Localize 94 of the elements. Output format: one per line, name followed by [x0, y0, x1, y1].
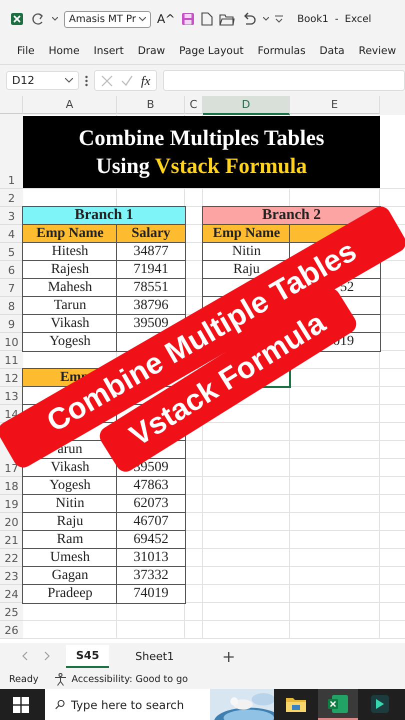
- header-cell: Emp Name: [203, 225, 290, 243]
- row-header[interactable]: 20: [0, 513, 23, 531]
- ribbon-tab[interactable]: Data: [320, 45, 345, 57]
- table-cell: Tarun: [23, 297, 117, 315]
- folder-icon[interactable]: [219, 12, 236, 26]
- save-icon[interactable]: [181, 12, 196, 26]
- sheet-tab[interactable]: Sheet1: [125, 646, 184, 666]
- caret-icon[interactable]: [52, 17, 58, 21]
- table-cell: Mahesh: [23, 279, 117, 297]
- new-file-icon[interactable]: [201, 12, 214, 26]
- row-header[interactable]: 6: [0, 261, 23, 279]
- chevron-down-icon[interactable]: [138, 16, 146, 22]
- previous-sheet-icon[interactable]: [22, 651, 28, 661]
- add-sheet-button[interactable]: +: [222, 646, 236, 666]
- row-header[interactable]: 8: [0, 297, 23, 315]
- row-header[interactable]: 4: [0, 225, 23, 243]
- excel-logo-icon: [10, 12, 24, 26]
- row-header[interactable]: 3: [0, 207, 23, 225]
- check-icon[interactable]: [121, 74, 133, 86]
- table-title-cell: Branch 1: [23, 207, 185, 225]
- table-cell: Pradeep: [23, 585, 117, 603]
- ribbon-tab[interactable]: Draw: [138, 45, 166, 57]
- ribbon-tab[interactable]: File: [17, 45, 35, 57]
- table-cell: Raju: [23, 513, 117, 531]
- column-header[interactable]: C: [185, 96, 203, 114]
- next-sheet-icon[interactable]: [44, 651, 50, 661]
- row-header[interactable]: 11: [0, 351, 23, 369]
- chevron-down-icon[interactable]: [65, 78, 73, 83]
- formula-input[interactable]: [163, 70, 405, 91]
- column-header[interactable]: E: [290, 96, 380, 114]
- table-cell: Yogesh: [23, 477, 117, 495]
- column-header[interactable]: D: [203, 96, 290, 115]
- table-cell: 46707: [117, 513, 185, 531]
- search-icon[interactable]: [45, 689, 71, 720]
- accessibility-icon[interactable]: [54, 672, 66, 686]
- column-header[interactable]: B: [117, 96, 185, 114]
- ribbon-tab[interactable]: Insert: [94, 45, 124, 57]
- table-cell: Vikash: [23, 315, 117, 333]
- name-box[interactable]: D12: [6, 71, 79, 90]
- row-header[interactable]: 23: [0, 567, 23, 585]
- table-cell: 78551: [117, 279, 185, 297]
- accessibility-status[interactable]: Accessibility: Good to go: [72, 674, 188, 684]
- row-header[interactable]: 18: [0, 477, 23, 495]
- table-cell: 74019: [117, 585, 185, 603]
- row-header[interactable]: 21: [0, 531, 23, 549]
- table-cell: 37332: [117, 567, 185, 585]
- table-cell: Umesh: [23, 549, 117, 567]
- table-cell: Nitin: [203, 243, 290, 261]
- table-cell: Rajesh: [23, 261, 117, 279]
- title-line: Combine Multiples Tables: [78, 125, 324, 151]
- ribbon-tab[interactable]: Formulas: [258, 45, 306, 57]
- row-header[interactable]: 9: [0, 315, 23, 333]
- customize-icon[interactable]: [275, 15, 284, 23]
- row-header[interactable]: 24: [0, 585, 23, 603]
- ribbon-tab[interactable]: Page Layout: [179, 45, 244, 57]
- play-app-icon: [371, 694, 389, 712]
- ribbon-tab[interactable]: Review: [358, 45, 396, 57]
- row-header[interactable]: 22: [0, 549, 23, 567]
- table-cell: Nitin: [23, 495, 117, 513]
- row-header[interactable]: 12: [0, 369, 23, 387]
- status-text: Ready: [9, 674, 38, 684]
- taskbar-search-field[interactable]: Type here to search: [71, 689, 210, 720]
- insert-function-button[interactable]: fx: [141, 72, 150, 88]
- row-header[interactable]: 13: [0, 387, 23, 405]
- table-cell: Yogesh: [23, 333, 117, 351]
- header-cell: Salary: [117, 225, 185, 243]
- folder-icon: [286, 696, 306, 712]
- ribbon-tab[interactable]: Home: [48, 45, 80, 57]
- row-header[interactable]: 10: [0, 333, 23, 351]
- row-header[interactable]: 7: [0, 279, 23, 297]
- windows-start-icon[interactable]: [13, 696, 29, 712]
- sheet-tab[interactable]: S45: [66, 644, 110, 668]
- table-cell: 47863: [117, 477, 185, 495]
- window-title: Book1 - Excel: [297, 14, 372, 24]
- grow-font-button[interactable]: A^: [156, 12, 176, 26]
- row-header[interactable]: 19: [0, 495, 23, 513]
- spreadsheet-app-icon: [328, 694, 348, 712]
- more-icon: [85, 74, 88, 86]
- row-header[interactable]: 25: [0, 603, 23, 621]
- table-cell: 34877: [117, 243, 185, 261]
- row-header[interactable]: 5: [0, 243, 23, 261]
- table-cell: 62073: [117, 495, 185, 513]
- header-cell: Emp Name: [23, 225, 117, 243]
- table-cell: Ram: [23, 531, 117, 549]
- column-header[interactable]: A: [23, 96, 117, 114]
- table-cell: Hitesh: [23, 243, 117, 261]
- title-line: Using Vstack Formula: [96, 153, 308, 179]
- font-dropdown[interactable]: Amasis MT Pr: [64, 10, 151, 28]
- table-cell: 69452: [117, 531, 185, 549]
- table-cell: Gagan: [23, 567, 117, 585]
- caret-icon[interactable]: [263, 17, 270, 21]
- redo-icon[interactable]: [30, 12, 46, 26]
- table-cell: 71941: [117, 261, 185, 279]
- table-cell: 31013: [117, 549, 185, 567]
